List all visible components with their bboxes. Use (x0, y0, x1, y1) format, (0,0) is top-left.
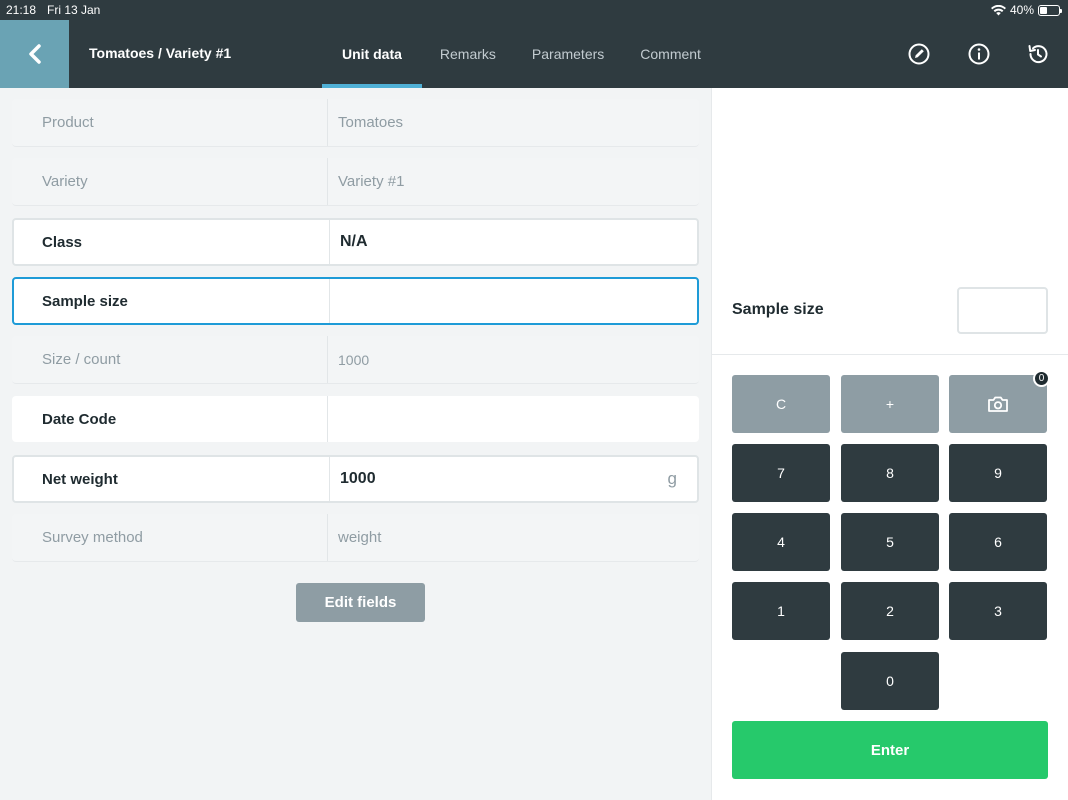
form-label: Size / count (42, 351, 121, 368)
status-indicators: 40% (990, 3, 1062, 17)
digit-key-6[interactable]: 6 (949, 513, 1047, 571)
battery-percent: 40% (1009, 3, 1034, 17)
form-row-net-weight[interactable]: Net weight 1000 g (12, 455, 699, 503)
net-weight-unit: g (667, 469, 677, 488)
date-code-field[interactable] (327, 396, 699, 442)
divider (712, 354, 1068, 355)
net-weight-value: 1000 (340, 470, 376, 487)
digit-key-3[interactable]: 3 (949, 582, 1047, 640)
net-weight-field[interactable]: 1000 g (329, 457, 697, 501)
digit-key-7[interactable]: 7 (732, 444, 830, 502)
form-value: Variety #1 (327, 158, 699, 205)
keypad-panel: Sample size C + 0 7 8 9 4 5 6 1 2 3 0 En… (711, 88, 1068, 800)
info-icon[interactable] (967, 42, 991, 66)
status-bar: 21:18 Fri 13 Jan 40% (0, 0, 1068, 20)
form-label: Product (42, 114, 94, 131)
tab-parameters[interactable]: Parameters (514, 20, 622, 88)
class-field[interactable]: N/A (329, 220, 697, 264)
enter-button[interactable]: Enter (732, 721, 1048, 779)
form-label: Survey method (42, 529, 143, 546)
digit-key-2[interactable]: 2 (841, 582, 939, 640)
history-icon[interactable] (1026, 42, 1050, 66)
tab-unit-data[interactable]: Unit data (322, 20, 422, 88)
digit-key-5[interactable]: 5 (841, 513, 939, 571)
clear-key[interactable]: C (732, 375, 830, 433)
tab-bar: Unit data Remarks Parameters Comment (322, 20, 719, 88)
unit-data-form: Product Tomatoes Variety Variety #1 Clas… (0, 88, 710, 800)
keypad-field-label: Sample size (732, 301, 824, 318)
photo-count-badge: 0 (1033, 370, 1050, 387)
status-time: 21:18 (6, 3, 37, 17)
digit-key-8[interactable]: 8 (841, 444, 939, 502)
app-header: 21:18 Fri 13 Jan 40% Tomatoes / Variety … (0, 0, 1068, 88)
camera-button[interactable]: 0 (949, 370, 1050, 433)
form-label: Date Code (42, 410, 117, 428)
edit-icon[interactable] (907, 42, 931, 66)
form-value: Tomatoes (327, 99, 699, 146)
status-date: Fri 13 Jan (47, 3, 101, 17)
tab-remarks[interactable]: Remarks (422, 20, 514, 88)
camera-icon (988, 396, 1008, 412)
back-icon (28, 44, 41, 64)
form-label: Sample size (42, 292, 128, 310)
form-row-product: Product Tomatoes (12, 99, 699, 147)
digit-key-9[interactable]: 9 (949, 444, 1047, 502)
wifi-icon (990, 4, 1006, 15)
keypad-field-input[interactable] (957, 287, 1048, 334)
form-row-class[interactable]: Class N/A (12, 218, 699, 266)
form-label: Class (42, 233, 83, 251)
sample-size-field[interactable] (329, 279, 697, 323)
form-row-survey-method: Survey method weight (12, 514, 699, 562)
battery-icon (1038, 4, 1062, 16)
back-button[interactable] (0, 20, 69, 88)
form-row-size-count: Size / count 1000 (12, 336, 699, 384)
digit-key-4[interactable]: 4 (732, 513, 830, 571)
edit-fields-button[interactable]: Edit fields (296, 583, 425, 622)
tab-comment[interactable]: Comment (622, 20, 719, 88)
page-title: Tomatoes / Variety #1 (89, 45, 232, 61)
form-row-variety: Variety Variety #1 (12, 158, 699, 206)
digit-key-0[interactable]: 0 (841, 652, 939, 710)
digit-key-1[interactable]: 1 (732, 582, 830, 640)
form-value: weight (327, 514, 699, 561)
form-label: Variety (42, 173, 88, 190)
form-row-date-code[interactable]: Date Code (12, 396, 699, 442)
form-value: 1000 (327, 336, 699, 383)
plus-key[interactable]: + (841, 375, 939, 433)
form-label: Net weight (42, 470, 118, 488)
form-row-sample-size[interactable]: Sample size (12, 277, 699, 325)
